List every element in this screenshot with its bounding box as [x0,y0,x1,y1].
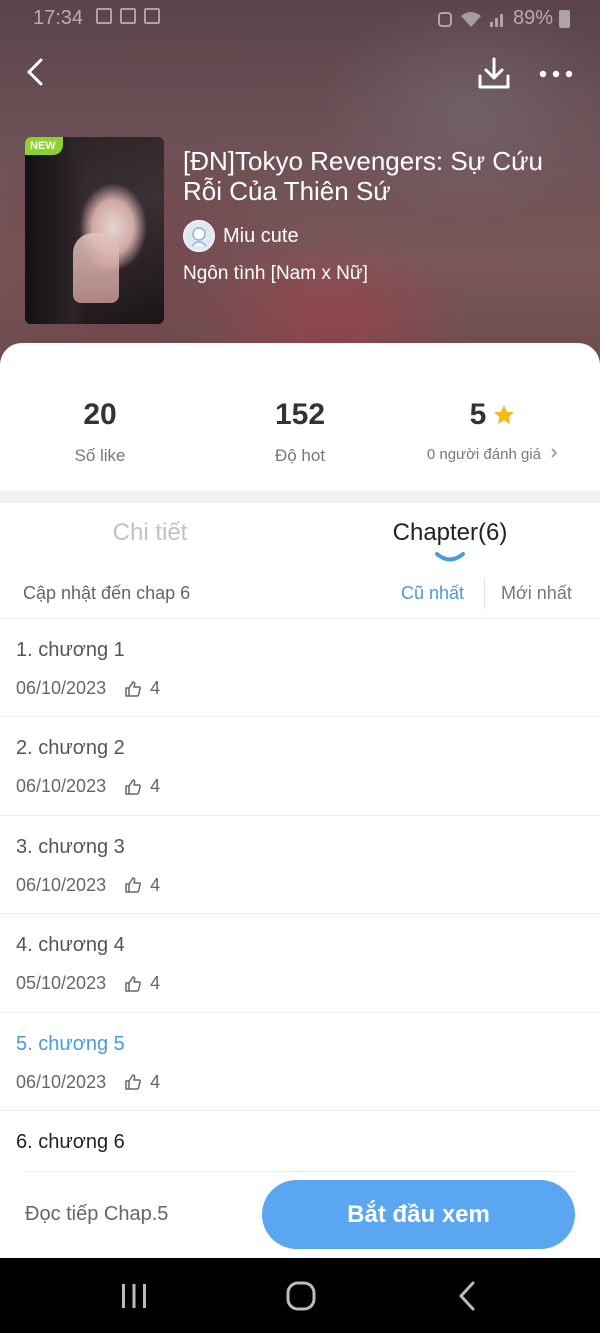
thumbs-up-icon [125,779,141,795]
tab-active-indicator [435,552,465,562]
hot-count: 152 [274,398,326,431]
app-notification-icon [120,8,136,24]
cover-art-hand [73,233,119,303]
download-icon[interactable] [476,56,512,92]
chapter-item-current[interactable]: 5. chương 5 06/10/2023 4 [0,1013,600,1111]
chapter-title: 1. chương 1 [16,639,125,661]
chapter-like-count: 4 [150,1071,161,1092]
tab-bar: Chi tiết Chapter(6) [0,503,600,575]
stat-hot: 152 Độ hot [200,398,400,466]
chapter-title: 3. chương 3 [16,835,125,858]
sort-separator [484,579,485,609]
stat-likes: 20 Số like [0,398,200,466]
chapter-date: 05/10/2023 [16,973,107,994]
bottom-action-bar: Đọc tiếp Chap.5 Bắt đầu xem [0,1171,600,1258]
tab-chapters[interactable]: Chapter(6) [300,519,600,547]
chapter-meta: 06/10/2023 4 [16,776,160,797]
hero-header: 17:34 89% NEW [ĐN]Tokyo Revengers: Sự Cứ… [0,0,600,380]
chapter-meta: 06/10/2023 4 [16,1072,160,1093]
chapter-likes: 4 [124,678,160,699]
gallery-icon [96,8,112,24]
continue-reading-link[interactable]: Đọc tiếp Chap.5 [25,1203,168,1226]
chapter-likes: 4 [124,1072,160,1093]
thumbs-up-icon [125,975,141,992]
battery-percent: 89% [512,7,553,29]
rating-value-row: 5 [393,398,593,432]
sort-oldest-button[interactable]: Cũ nhất [401,583,464,604]
rating-value: 5 [469,398,487,431]
status-notification-icons [96,8,160,24]
chapter-like-count: 4 [150,973,161,994]
start-reading-button[interactable]: Bắt đầu xem [262,1180,575,1249]
thumbs-up-icon [125,877,141,894]
chapter-title: 5. chương 5 [16,1032,125,1055]
chapter-item[interactable]: 1. chương 1 06/10/2023 4 [0,619,600,718]
chapter-likes: 4 [124,875,160,896]
chapter-item[interactable]: 3. chương 3 06/10/2023 4 [0,816,600,915]
section-divider [0,491,600,503]
back-arrow-icon[interactable] [20,56,52,88]
update-status: Cập nhật đến chap 6 [23,583,191,603]
chapter-like-count: 4 [150,776,161,797]
alarm-icon [437,11,452,27]
likes-label: Số like [74,446,126,465]
chapter-title: 2. chương 2 [16,737,125,760]
avatar-character-icon [191,227,207,247]
status-system-icons: 89% [437,7,570,30]
new-badge: NEW [25,137,63,155]
comic-genre: Ngôn tình [Nam x Nữ] [183,263,368,284]
chapter-date: 06/10/2023 [16,1071,107,1092]
chapter-like-count: 4 [150,678,161,698]
sort-newest-button[interactable]: Mới nhất [501,583,572,604]
author-name: Miu cute [223,224,299,247]
qr-icon [144,8,160,24]
chapter-item[interactable]: 2. chương 2 06/10/2023 4 [0,717,600,816]
chapter-date: 06/10/2023 [16,776,107,797]
chapter-meta: 06/10/2023 4 [16,678,160,699]
tab-details[interactable]: Chi tiết [0,519,300,547]
likes-count: 20 [83,398,117,431]
thumbs-up-icon [125,1074,141,1090]
stats-row: 20 Số like 152 Độ hot 5 0 người đánh giá [0,343,600,491]
stat-rating[interactable]: 5 0 người đánh giá [393,398,593,463]
back-nav-icon[interactable] [448,1278,488,1314]
wifi-icon [460,11,481,27]
thumbs-up-icon [125,680,141,697]
sort-row: Cập nhật đến chap 6 Cũ nhất Mới nhất [0,575,600,619]
author-avatar [183,220,215,252]
system-nav-bar [0,1258,600,1333]
chapter-date: 06/10/2023 [16,874,107,895]
chapter-likes: 4 [124,973,160,994]
chapter-meta: 06/10/2023 4 [16,875,160,896]
status-bar: 17:34 89% [0,0,600,38]
chapter-title: 4. chương 4 [16,934,125,957]
home-icon[interactable] [281,1278,321,1314]
chapter-list: 1. chương 1 06/10/2023 4 2. chương 2 06/… [0,619,600,1210]
comic-cover [25,137,164,324]
star-icon [494,405,515,424]
author-row[interactable]: Miu cute [183,220,299,252]
chapter-date: 06/10/2023 [16,678,107,698]
chevron-right-icon [551,448,558,458]
chapter-meta: 05/10/2023 4 [16,973,160,994]
chapter-title: 6. chương 6 [16,1130,125,1153]
status-time: 17:34 [33,7,84,29]
recent-apps-icon[interactable] [114,1278,154,1314]
rating-count-label: 0 người đánh giá [426,446,541,463]
rating-count-row: 0 người đánh giá [393,446,593,463]
detail-sheet: 20 Số like 152 Độ hot 5 0 người đánh giá [0,343,600,1258]
hot-label: Độ hot [274,446,326,465]
chapter-likes: 4 [124,776,160,797]
signal-icon [489,13,503,27]
comic-title: [ĐN]Tokyo Revengers: Sự Cứu Rỗi Của Thiê… [183,146,543,206]
battery-icon [559,9,570,28]
bottom-bar-divider [23,1171,576,1172]
more-options-icon[interactable] [538,64,574,84]
chapter-like-count: 4 [150,874,161,895]
chapter-item[interactable]: 4. chương 4 05/10/2023 4 [0,914,600,1013]
